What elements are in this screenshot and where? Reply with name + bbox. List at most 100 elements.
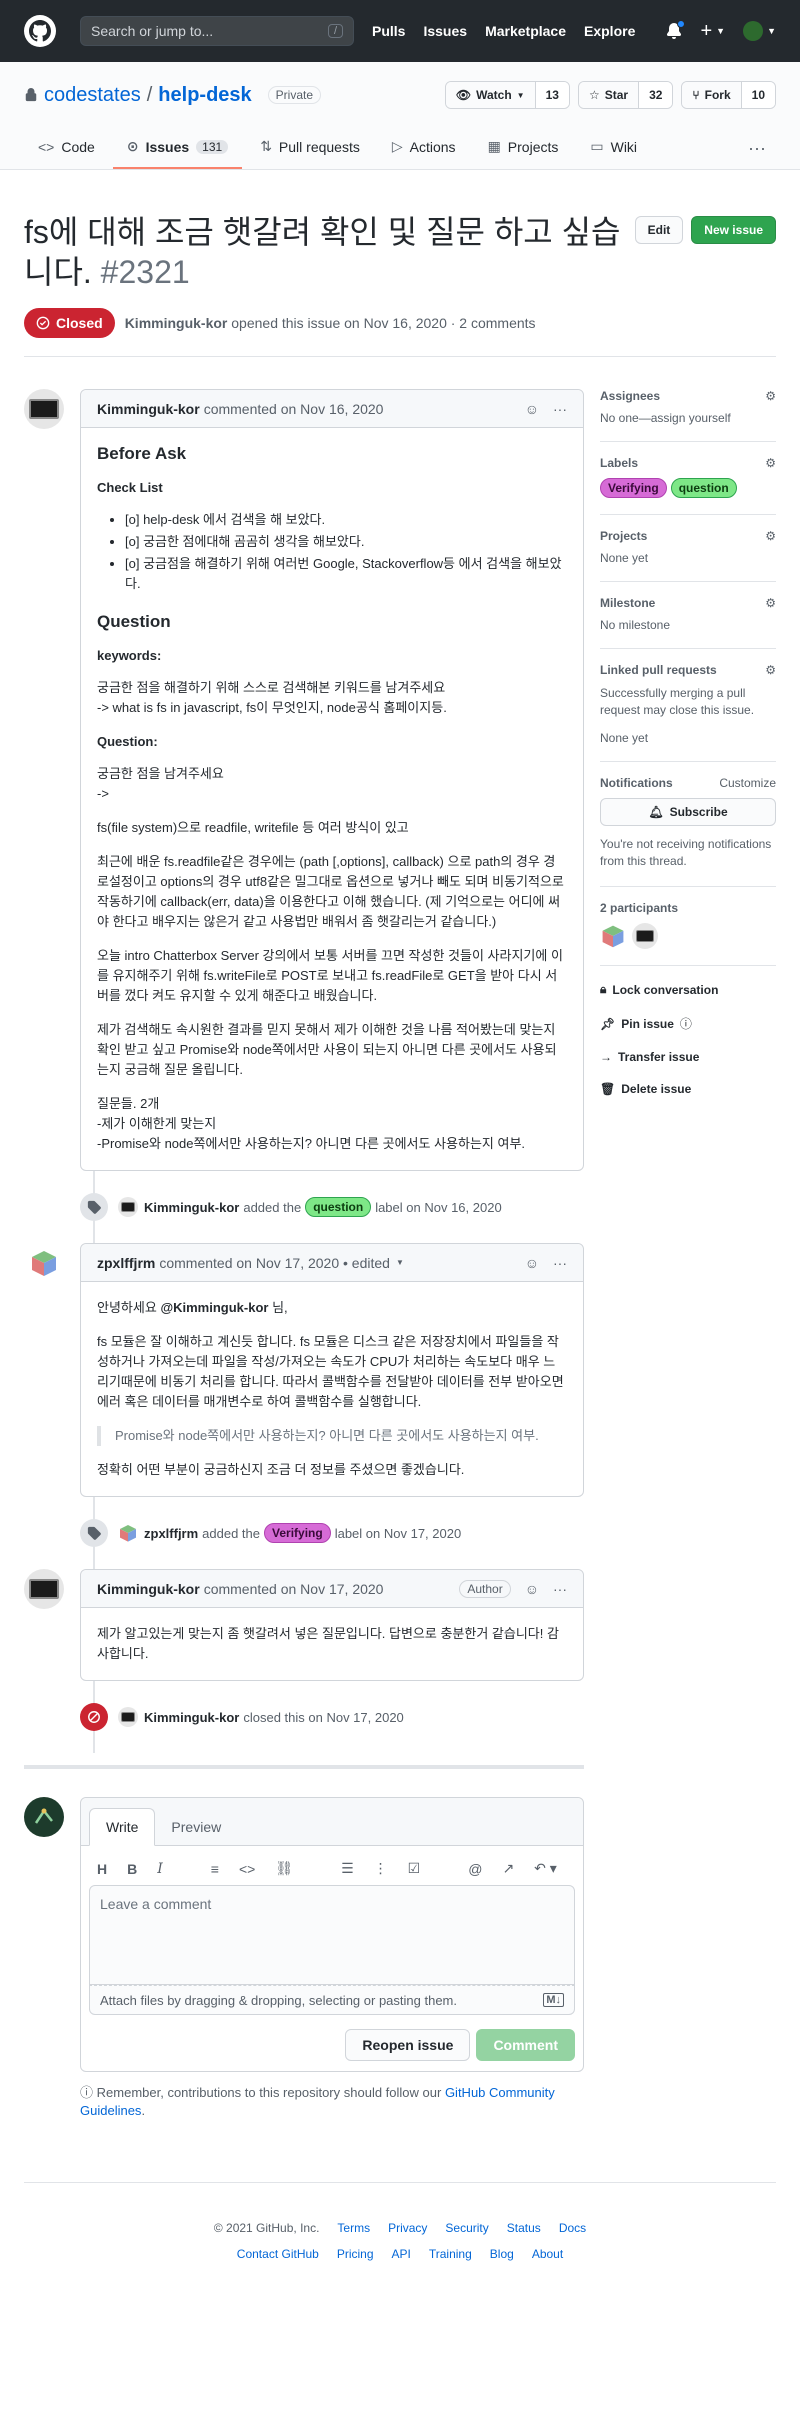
tab-write[interactable]: Write (89, 1808, 156, 1846)
avatar[interactable] (632, 923, 658, 949)
mention-icon[interactable]: @ (468, 1861, 482, 1877)
avatar[interactable] (24, 1243, 64, 1283)
tab-code[interactable]: <> Code (24, 130, 109, 169)
comment-author[interactable]: zpxlffjrm (97, 1255, 155, 1271)
footer-link[interactable]: Status (507, 2221, 541, 2235)
markdown-icon[interactable]: M↓ (543, 1993, 564, 2007)
avatar[interactable] (24, 389, 64, 429)
comment-button[interactable]: Comment (476, 2029, 575, 2061)
footer-link[interactable]: Contact GitHub (237, 2247, 319, 2261)
label-verifying[interactable]: Verifying (600, 478, 667, 498)
footer-link[interactable]: Terms (337, 2221, 370, 2235)
comment-meta[interactable]: commented on Nov 16, 2020 (204, 401, 384, 417)
comment-meta[interactable]: commented on Nov 17, 2020 (204, 1581, 384, 1597)
footer-link[interactable]: API (392, 2247, 411, 2261)
cross-reference-icon[interactable]: ↗ (502, 1860, 514, 1877)
smiley-icon[interactable]: ☺ (525, 1581, 539, 1597)
italic-icon[interactable]: I (157, 1861, 163, 1877)
nav-issues[interactable]: Issues (423, 23, 467, 39)
issue-closed-icon (36, 316, 50, 330)
gear-icon[interactable]: ⚙ (765, 456, 776, 470)
fork-count[interactable]: 10 (741, 82, 775, 108)
footer-link[interactable]: Docs (559, 2221, 586, 2235)
smiley-icon[interactable]: ☺ (525, 401, 539, 417)
repo-name-link[interactable]: help-desk (158, 84, 251, 107)
tab-wiki[interactable]: ▭ Wiki (576, 130, 651, 169)
label-question[interactable]: question (305, 1197, 372, 1217)
caret-down-icon[interactable]: ▼ (396, 1258, 404, 1267)
footer-link[interactable]: Pricing (337, 2247, 374, 2261)
user-menu[interactable]: ▼ (743, 21, 776, 41)
label-question[interactable]: question (670, 478, 737, 498)
code-icon[interactable]: <> (239, 1861, 255, 1877)
footer-link[interactable]: Privacy (388, 2221, 427, 2235)
star-count[interactable]: 32 (639, 82, 673, 108)
pin-issue-button[interactable]: 📌︎ Pin issue ⓘ (600, 1015, 776, 1032)
avatar[interactable] (24, 1797, 64, 1837)
gear-icon[interactable]: ⚙ (765, 389, 776, 403)
tab-actions[interactable]: ▷ Actions (378, 130, 470, 169)
new-issue-button[interactable]: New issue (691, 216, 776, 244)
footer-link[interactable]: About (532, 2247, 563, 2261)
gear-icon[interactable]: ⚙ (765, 663, 776, 677)
smiley-icon[interactable]: ☺ (525, 1255, 539, 1271)
notifications-bell-icon[interactable] (666, 20, 686, 39)
nav-explore[interactable]: Explore (584, 23, 635, 39)
tab-issues[interactable]: ⊙ Issues 131 (112, 130, 243, 169)
gear-icon[interactable]: ⚙ (765, 596, 776, 610)
watch-count[interactable]: 13 (535, 82, 569, 108)
kebab-horizontal-icon[interactable]: ··· (553, 401, 567, 417)
heading-icon[interactable]: H (97, 1861, 107, 1877)
nav-marketplace[interactable]: Marketplace (485, 23, 566, 39)
tab-pull-requests[interactable]: ⇅ Pull requests (246, 130, 374, 169)
avatar[interactable] (118, 1707, 138, 1727)
comment-author[interactable]: Kimminguk-kor (97, 1581, 200, 1597)
link-icon[interactable]: ⛓ (275, 1860, 293, 1877)
github-logo-icon[interactable] (24, 15, 56, 47)
issue-author[interactable]: Kimminguk-kor (125, 315, 228, 331)
footer-link[interactable]: Blog (490, 2247, 514, 2261)
quote-icon[interactable]: ≡ (211, 1861, 219, 1877)
reply-icon[interactable]: ↶ ▾ (534, 1860, 557, 1877)
transfer-issue-button[interactable]: → Transfer issue (600, 1050, 776, 1064)
event-actor[interactable]: Kimminguk-kor (144, 1710, 239, 1725)
footer-link[interactable]: Security (445, 2221, 488, 2235)
event-actor[interactable]: Kimminguk-kor (144, 1200, 239, 1215)
kebab-horizontal-icon[interactable]: ··· (553, 1255, 567, 1271)
watch-button[interactable]: 👁 Watch ▼ 13 (444, 81, 570, 109)
avatar[interactable] (24, 1569, 64, 1609)
subscribe-button[interactable]: 🔔︎ Subscribe (600, 798, 776, 826)
avatar[interactable] (600, 923, 626, 949)
create-new-menu[interactable]: + ▼ (700, 20, 725, 43)
assignees-value[interactable]: No one—assign yourself (600, 411, 776, 425)
label-verifying[interactable]: Verifying (264, 1523, 331, 1543)
lock-conversation-button[interactable]: 🔒︎ Lock conversation (600, 982, 776, 997)
reopen-issue-button[interactable]: Reopen issue (345, 2029, 471, 2061)
more-tabs-icon[interactable]: ··· (738, 130, 776, 169)
avatar[interactable] (118, 1197, 138, 1217)
comment-meta[interactable]: commented on Nov 17, 2020 • edited (159, 1255, 390, 1271)
comment-author[interactable]: Kimminguk-kor (97, 401, 200, 417)
bold-icon[interactable]: B (127, 1861, 137, 1877)
footer-link[interactable]: Training (429, 2247, 472, 2261)
task-list-icon[interactable]: ☑ (408, 1860, 421, 1877)
search-input[interactable]: Search or jump to... / (80, 16, 354, 46)
repo-owner-link[interactable]: codestates (44, 84, 141, 107)
tab-projects[interactable]: ▦ Projects (474, 130, 573, 169)
tab-preview[interactable]: Preview (155, 1809, 237, 1845)
kebab-horizontal-icon[interactable]: ··· (553, 1581, 567, 1597)
star-button[interactable]: ☆ Star 32 (577, 81, 674, 109)
edit-title-button[interactable]: Edit (634, 216, 684, 244)
gear-icon[interactable]: ⚙ (765, 529, 776, 543)
fork-button[interactable]: ⑂ Fork 10 (681, 81, 776, 109)
comment-textarea[interactable]: Leave a comment (89, 1885, 575, 1985)
event-actor[interactable]: zpxlffjrm (144, 1526, 198, 1541)
numbered-list-icon[interactable]: ⋮ (374, 1860, 388, 1877)
avatar[interactable] (118, 1523, 138, 1543)
file-attachment-area[interactable]: Attach files by dragging & dropping, sel… (89, 1985, 575, 2015)
customize-link[interactable]: Customize (719, 776, 776, 790)
user-mention[interactable]: @Kimminguk-kor (160, 1300, 268, 1315)
delete-issue-button[interactable]: 🗑︎ Delete issue (600, 1082, 776, 1096)
bulleted-list-icon[interactable]: ☰ (341, 1860, 354, 1877)
nav-pulls[interactable]: Pulls (372, 23, 405, 39)
